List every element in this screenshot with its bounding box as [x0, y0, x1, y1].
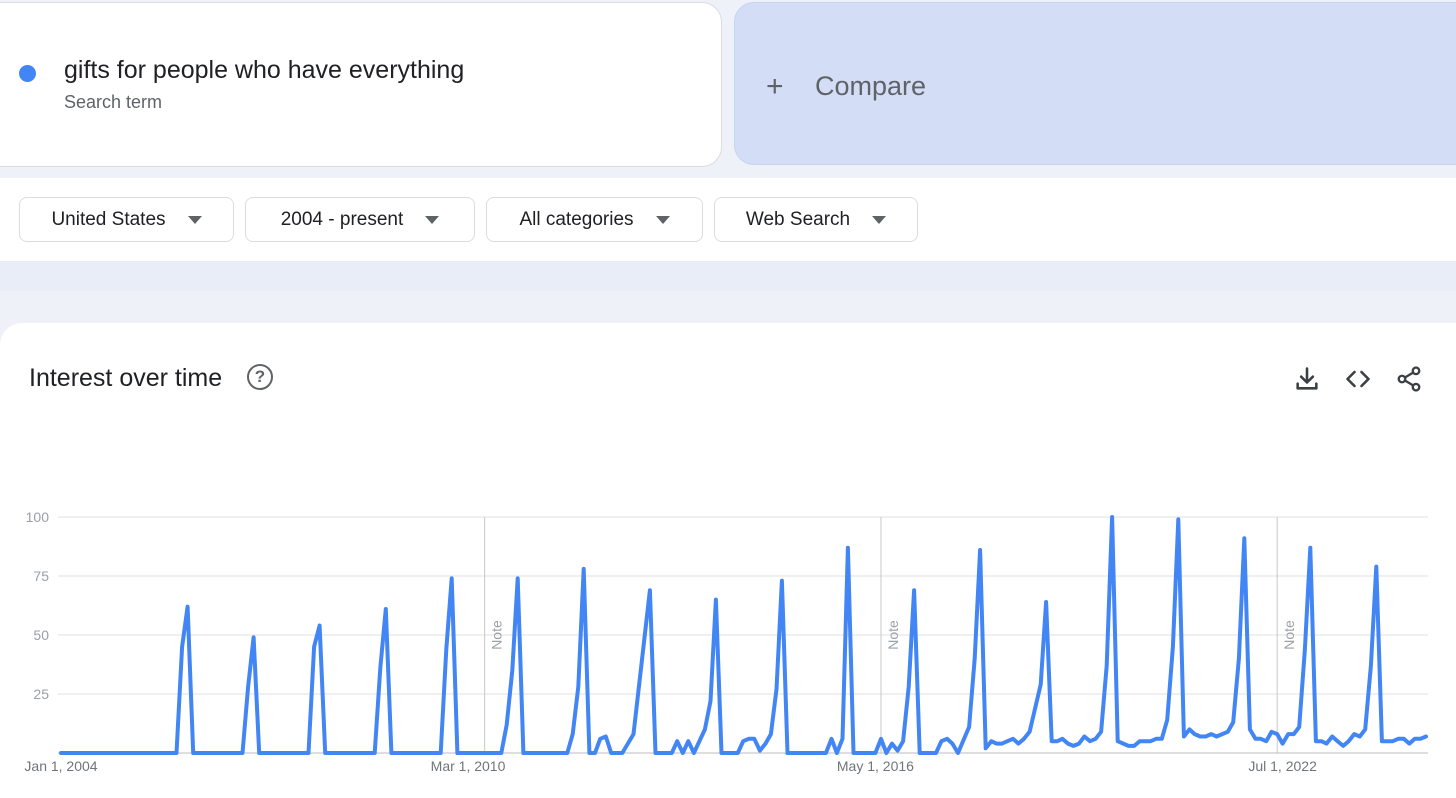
download-icon[interactable]: [1293, 365, 1321, 393]
note-label: Note: [885, 620, 901, 650]
y-tick-label: 50: [33, 627, 49, 643]
note-label: Note: [489, 620, 505, 650]
caret-down-icon: [425, 215, 440, 224]
note-label: Note: [1281, 620, 1297, 650]
series-color-dot: [19, 65, 36, 82]
caret-down-icon: [872, 215, 887, 224]
share-icon[interactable]: [1395, 365, 1423, 393]
filter-category-label: All categories: [519, 208, 634, 230]
divider-band: [0, 261, 1456, 291]
y-tick-label: 100: [26, 509, 50, 525]
question-circle-icon[interactable]: ?: [247, 364, 273, 390]
interest-line-chart[interactable]: 100 75 50 25 Note Note Note Jan 1, 2004 Mar 1, 2…: [0, 490, 1456, 790]
filter-time-range[interactable]: 2004 - present: [245, 197, 475, 242]
embed-code-icon[interactable]: [1344, 365, 1372, 393]
search-term-name[interactable]: gifts for people who have everything: [64, 56, 464, 85]
x-tick-label: Jan 1, 2004: [24, 758, 97, 774]
plus-icon[interactable]: +: [766, 72, 784, 102]
caret-down-icon: [187, 215, 202, 224]
filter-search-type-label: Web Search: [745, 208, 851, 230]
x-tick-label: May 1, 2016: [837, 758, 914, 774]
filter-region[interactable]: United States: [19, 197, 234, 242]
filter-search-type[interactable]: Web Search: [714, 197, 918, 242]
caret-down-icon: [655, 215, 670, 224]
y-tick-label: 25: [33, 686, 49, 702]
filter-category[interactable]: All categories: [486, 197, 703, 242]
search-term-subtitle: Search term: [64, 92, 163, 112]
x-tick-label: Mar 1, 2010: [431, 758, 506, 774]
chart-title: Interest over time: [29, 364, 223, 392]
compare-label[interactable]: Compare: [815, 71, 926, 102]
x-tick-label: Jul 1, 2022: [1248, 758, 1317, 774]
filter-time-range-label: 2004 - present: [280, 208, 404, 230]
filter-region-label: United States: [51, 208, 166, 230]
y-tick-label: 75: [33, 568, 49, 584]
